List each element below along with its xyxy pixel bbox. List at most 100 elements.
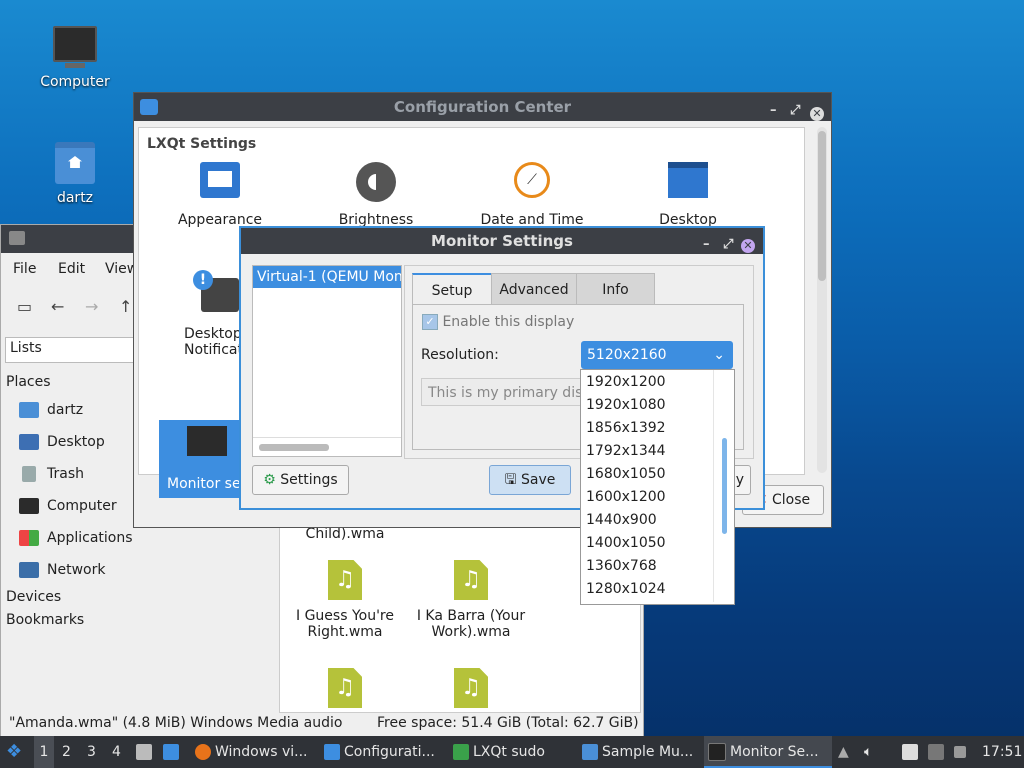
place-item-computer[interactable]: Computer: [19, 498, 117, 514]
audio-file-icon: ♫: [328, 560, 362, 600]
enable-display-checkbox[interactable]: ✓ Enable this display: [422, 314, 574, 330]
resolution-dropdown[interactable]: 1920x1200 1920x1080 1856x1392 1792x1344 …: [580, 369, 735, 605]
monitor-settings-titlebar[interactable]: Monitor Settings – ⤢ ✕: [241, 228, 763, 254]
update-notifier-icon[interactable]: [954, 736, 970, 768]
cc-item-date-and-time[interactable]: ⟋ Date and Time: [457, 162, 607, 228]
file-manager-launcher-icon[interactable]: [136, 736, 156, 768]
up-icon[interactable]: ↑: [119, 297, 132, 316]
place-item-applications[interactable]: Applications: [19, 530, 133, 546]
folder-icon: [582, 744, 598, 760]
network-tray-icon[interactable]: [928, 736, 948, 768]
shield-icon: [453, 744, 469, 760]
menu-file[interactable]: File: [13, 261, 36, 277]
settings-scrollbar[interactable]: [817, 127, 827, 473]
desktop-icon-home[interactable]: dartz: [30, 142, 120, 206]
clock-icon: ⟋: [514, 162, 550, 198]
configuration-center-titlebar[interactable]: Configuration Center – ⤢ ✕: [134, 93, 831, 121]
folder-icon: [9, 231, 25, 245]
settings-button[interactable]: ⚙ Settings: [252, 465, 349, 495]
audio-file-icon: ♫: [454, 668, 488, 708]
file-item[interactable]: ♫ I Guess You're Right.wma: [280, 560, 410, 640]
resolution-option[interactable]: 1680x1050: [586, 466, 666, 482]
back-icon[interactable]: ←: [51, 297, 64, 316]
place-item-trash[interactable]: Trash: [19, 466, 84, 482]
computer-icon: [53, 26, 97, 68]
task-monitor-settings[interactable]: Monitor Se...: [704, 736, 832, 768]
brightness-icon: [356, 162, 396, 202]
resolution-option[interactable]: 1856x1392: [586, 420, 666, 436]
show-desktop-icon[interactable]: [163, 736, 183, 768]
maximize-icon[interactable]: ⤢: [790, 97, 800, 125]
primary-display-checkbox[interactable]: This is my primary disp: [421, 378, 581, 406]
resolution-option[interactable]: 1920x1200: [586, 374, 666, 390]
configuration-center-icon: [324, 744, 340, 760]
cc-item-desktop[interactable]: Desktop: [613, 162, 763, 228]
desktop-switch-3[interactable]: 3: [87, 736, 96, 768]
clock[interactable]: 17:51: [982, 736, 1022, 768]
keyboard-indicator-icon[interactable]: ▲: [838, 736, 849, 768]
desktop-icon-computer[interactable]: Computer: [30, 26, 120, 90]
cc-item-brightness[interactable]: Brightness: [301, 162, 451, 228]
close-icon[interactable]: ✕: [741, 233, 755, 259]
volume-icon[interactable]: 🔈︎: [864, 736, 872, 768]
desktop-switch-1[interactable]: 1: [34, 736, 54, 768]
audio-file-icon: ♫: [328, 668, 362, 708]
desktop-icon-label: Computer: [40, 74, 110, 90]
menu-edit[interactable]: Edit: [58, 261, 85, 277]
home-folder-icon: [55, 142, 95, 184]
resolution-option[interactable]: 1280x1024: [586, 581, 666, 597]
cc-item-appearance[interactable]: Appearance: [145, 162, 295, 228]
tab-advanced[interactable]: Advanced: [491, 273, 577, 305]
section-title: LXQt Settings: [147, 136, 257, 152]
firefox-icon: [195, 744, 211, 760]
forward-icon[interactable]: →: [85, 297, 98, 316]
resolution-select[interactable]: 5120x2160 ⌄: [581, 341, 733, 369]
desktop-icon: [668, 162, 708, 198]
file-item[interactable]: ♫: [280, 668, 410, 708]
resolution-option[interactable]: 1440x900: [586, 512, 657, 528]
resolution-option[interactable]: 1792x1344: [586, 443, 666, 459]
task-lxqt-sudo[interactable]: LXQt sudo: [453, 736, 545, 768]
place-item-desktop[interactable]: Desktop: [19, 434, 105, 450]
task-configuration-center[interactable]: Configurati...: [324, 736, 435, 768]
scrollbar-thumb[interactable]: [818, 131, 826, 281]
save-button[interactable]: 🖫 Save: [489, 465, 571, 495]
side-pane-mode-select[interactable]: Lists: [5, 337, 135, 363]
scrollbar-thumb[interactable]: [259, 444, 329, 451]
output-list[interactable]: Virtual-1 (QEMU Mon: [252, 265, 402, 457]
new-tab-icon[interactable]: ▭: [17, 297, 32, 316]
resolution-option[interactable]: 1400x1050: [586, 535, 666, 551]
output-list-hscroll[interactable]: [253, 437, 401, 456]
task-sample-music[interactable]: Sample Mu...: [582, 736, 693, 768]
places-header: Places: [6, 374, 51, 390]
file-item[interactable]: Child).wma: [280, 526, 410, 542]
window-title: Configuration Center: [393, 98, 572, 116]
window-title: Monitor Settings: [431, 232, 573, 250]
close-icon[interactable]: ✕: [810, 100, 824, 128]
devices-header: Devices: [6, 589, 62, 605]
task-windows-vi[interactable]: Windows vi...: [195, 736, 307, 768]
dropdown-scrollbar-thumb[interactable]: [722, 438, 727, 534]
desktop-switch-2[interactable]: 2: [62, 736, 71, 768]
gear-icon: ⚙: [263, 472, 276, 488]
resolution-option[interactable]: 1360x768: [586, 558, 657, 574]
minimize-icon[interactable]: –: [770, 97, 777, 125]
minimize-icon[interactable]: –: [703, 232, 710, 258]
resolution-option[interactable]: 1600x1200: [586, 489, 666, 505]
place-item-network[interactable]: Network: [19, 562, 105, 578]
clipboard-icon[interactable]: [902, 736, 922, 768]
status-bar: "Amanda.wma" (4.8 MiB) Windows Media aud…: [1, 713, 643, 737]
tab-setup[interactable]: Setup: [412, 273, 492, 305]
notification-icon: !: [193, 270, 239, 312]
output-item-selected[interactable]: Virtual-1 (QEMU Mon: [253, 266, 401, 288]
bookmarks-header: Bookmarks: [6, 612, 85, 628]
desktop-switch-4[interactable]: 4: [112, 736, 121, 768]
configuration-center-icon: [140, 99, 158, 115]
place-item-home[interactable]: dartz: [19, 402, 83, 418]
maximize-icon[interactable]: ⤢: [723, 232, 733, 258]
tab-info[interactable]: Info: [576, 273, 655, 305]
resolution-option[interactable]: 1920x1080: [586, 397, 666, 413]
start-menu-icon[interactable]: ❖: [6, 736, 22, 768]
file-item[interactable]: ♫ I Ka Barra (Your Work).wma: [406, 560, 536, 640]
file-item[interactable]: ♫: [406, 668, 536, 708]
